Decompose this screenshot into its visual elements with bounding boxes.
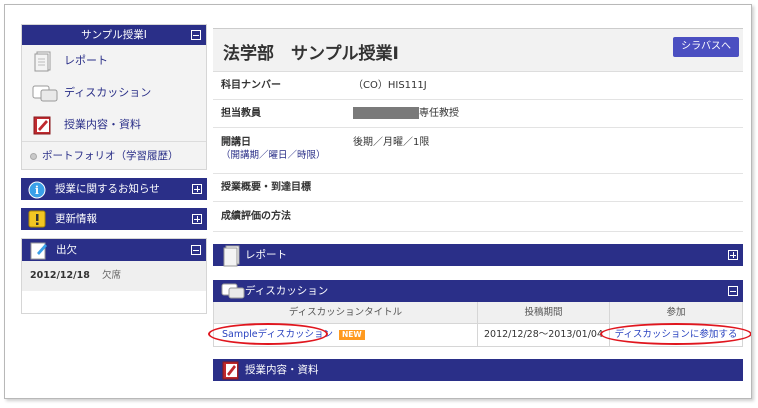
report-icon [34, 51, 51, 72]
info-value: 専任教授 [419, 108, 459, 119]
expand-icon[interactable] [728, 250, 738, 260]
attendance-date: 2012/12/18 [30, 270, 90, 281]
collapse-icon[interactable] [191, 30, 201, 40]
info-label-wrap: 開講日 （開講期／曜日／時限） [213, 136, 353, 173]
info-label: 科目ナンバー [221, 80, 281, 91]
updates-label: 更新情報 [55, 213, 97, 225]
sidebar-item-discussion[interactable]: ディスカッション [22, 77, 206, 109]
main-content: 法学部 サンプル授業Ⅰ シラバスへ 科目ナンバー （CO）HIS111J 担当教… [208, 28, 751, 381]
info-label: 担当教員 [221, 108, 261, 119]
sidebar-item-label: レポート [64, 54, 108, 67]
info-value: 後期／月曜／1限 [353, 137, 430, 148]
course-nav-header[interactable]: サンプル授業Ⅰ [22, 25, 206, 45]
expand-icon[interactable] [192, 214, 202, 224]
page-title: 法学部 サンプル授業Ⅰ [223, 44, 399, 64]
column-header-join: 参加 [666, 307, 686, 318]
course-nav-title: サンプル授業Ⅰ [81, 29, 147, 41]
column-header-title: ディスカッションタイトル [214, 302, 478, 323]
table-row: Sampleディスカッション NEW 2012/12/28～2013/01/04 … [208, 323, 751, 346]
updates-header[interactable]: 更新情報 [21, 208, 207, 230]
redacted-name [353, 107, 419, 119]
new-badge: NEW [338, 329, 365, 340]
sidebar-item-materials[interactable]: 授業内容・資料 [22, 109, 206, 141]
attendance-spacer [22, 291, 206, 313]
attendance-icon [30, 242, 47, 260]
info-label: 開講日 [221, 137, 251, 148]
title-cell: Sampleディスカッション NEW [208, 323, 478, 346]
info-value: （CO）HIS111J [353, 80, 427, 91]
attendance-box: 出欠 2012/12/18 欠席 [21, 238, 207, 314]
info-row-course-number: 科目ナンバー （CO）HIS111J [213, 72, 743, 100]
sidebar-item-report[interactable]: レポート [22, 45, 206, 77]
info-row-instructor: 担当教員 専任教授 [213, 100, 743, 128]
info-value-wrap: 専任教授 [353, 100, 459, 127]
expand-icon[interactable] [192, 184, 202, 194]
info-label: 成績評価の方法 [221, 211, 291, 222]
info-sublabel: （開講期／曜日／時限） [221, 150, 326, 161]
collapse-icon[interactable] [728, 286, 738, 296]
sidebar: サンプル授業Ⅰ レポート ディスカッション 授業内容・資料 ポートフォリオ（学習… [21, 24, 207, 314]
info-row-overview: 授業概要・到達目標 [213, 174, 743, 202]
materials-icon [33, 116, 51, 135]
section-label: ディスカッション [245, 285, 329, 297]
sidebar-item-label: ディスカッション [64, 86, 152, 99]
discussion-icon [221, 283, 245, 299]
discussion-icon [32, 85, 58, 102]
sidebar-item-label: 授業内容・資料 [64, 118, 141, 131]
discussion-section-header[interactable]: ディスカッション [213, 280, 743, 302]
portfolio-link[interactable]: ポートフォリオ（学習履歴） [22, 141, 206, 169]
report-section-header[interactable]: レポート [213, 244, 743, 267]
column-header-period: 投稿期間 [478, 302, 610, 323]
report-icon [223, 245, 240, 267]
table-header: ディスカッションタイトル 投稿期間 参加 [214, 302, 742, 324]
notice-label: 授業に関するお知らせ [55, 183, 160, 195]
materials-icon [222, 361, 239, 380]
materials-section-header[interactable]: 授業内容・資料 [213, 359, 743, 381]
notice-header[interactable]: i 授業に関するお知らせ [21, 178, 207, 200]
period-cell: 2012/12/28～2013/01/04 [478, 324, 610, 346]
attendance-label: 出欠 [56, 244, 77, 256]
info-row-schedule: 開講日 （開講期／曜日／時限） 後期／月曜／1限 [213, 128, 743, 174]
info-label: 授業概要・到達目標 [221, 182, 311, 193]
discussion-table: ディスカッションタイトル 投稿期間 参加 Sampleディスカッション NEW 2… [208, 302, 751, 347]
alert-icon [28, 210, 46, 228]
highlight-oval [600, 323, 751, 345]
attendance-row: 2012/12/18 欠席 [22, 261, 206, 291]
syllabus-button[interactable]: シラバスへ [673, 37, 739, 57]
highlight-oval [208, 323, 328, 345]
screenshot-frame: サンプル授業Ⅰ レポート ディスカッション 授業内容・資料 ポートフォリオ（学習… [4, 4, 752, 399]
bullet-icon [30, 153, 37, 160]
course-nav-box: サンプル授業Ⅰ レポート ディスカッション 授業内容・資料 ポートフォリオ（学習… [21, 24, 207, 170]
title-bar: 法学部 サンプル授業Ⅰ シラバスへ [213, 28, 743, 72]
attendance-status: 欠席 [102, 270, 122, 281]
join-cell: ディスカッションに参加する [600, 323, 751, 346]
collapse-icon[interactable] [191, 245, 201, 255]
section-label: 授業内容・資料 [245, 364, 319, 376]
attendance-header[interactable]: 出欠 [22, 239, 206, 261]
info-row-grading: 成績評価の方法 [213, 202, 743, 232]
portfolio-label: ポートフォリオ（学習履歴） [42, 150, 179, 162]
section-label: レポート [245, 249, 287, 261]
svg-text:i: i [35, 184, 39, 197]
info-icon: i [28, 181, 46, 199]
